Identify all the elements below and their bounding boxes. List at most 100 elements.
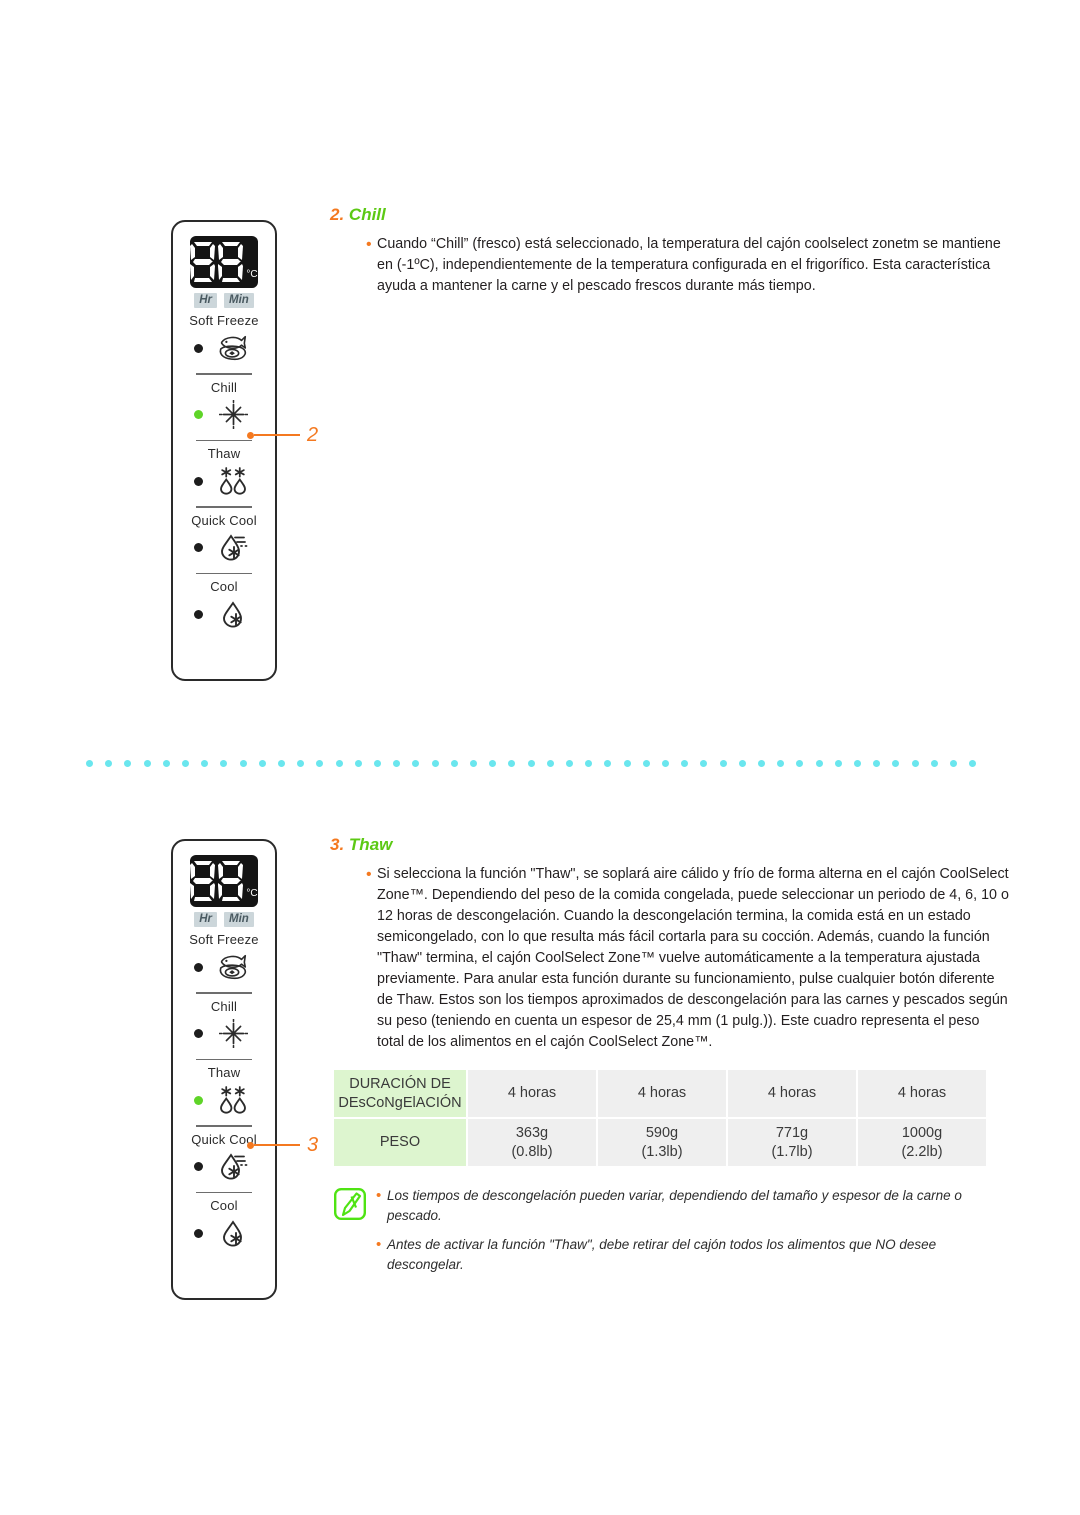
separator-dot — [162, 760, 170, 767]
min-label: Min — [223, 912, 254, 927]
separator-dot — [662, 760, 669, 767]
callout-3: 3 — [247, 1135, 318, 1155]
chill-led — [194, 410, 203, 419]
callout-2: 2 — [247, 424, 319, 446]
thaw-button[interactable] — [173, 464, 275, 498]
duration-cell-1: 4 horas — [468, 1070, 596, 1117]
section-thaw-heading: 3. Thaw — [330, 835, 1010, 855]
separator-dot — [873, 760, 881, 767]
separator-dot — [527, 760, 535, 767]
separator-dot — [738, 760, 746, 767]
table-row-weight: PESO 363g (0.8lb) 590g (1.3lb) 771g (1.7… — [334, 1119, 986, 1166]
section-chill: 2. Chill • Cuando “Chill” (fresco) está … — [330, 205, 1010, 297]
note-pencil-icon — [334, 1186, 376, 1225]
notes-block: • Los tiempos de descongelación pueden v… — [334, 1186, 1014, 1275]
cool-led — [194, 609, 203, 619]
separator-dot — [585, 760, 593, 767]
separator-dot — [489, 760, 497, 767]
weight-cell-1: 363g (0.8lb) — [468, 1119, 596, 1166]
weight-pounds-4: (2.2lb) — [901, 1143, 943, 1160]
quick-cool-droplet-icon — [212, 1150, 254, 1184]
chill-star-icon — [212, 1017, 254, 1051]
bullet-marker: • — [366, 866, 372, 883]
hr-label: Hr — [194, 912, 217, 927]
control-panel-thaw: °C Hr Min Soft Freeze Chill Thaw Quick C… — [171, 839, 277, 1300]
quick-cool-button[interactable] — [173, 1150, 275, 1184]
display-unit-label: °C — [246, 269, 258, 280]
panel-divider — [196, 1125, 252, 1127]
bullet-marker: • — [366, 236, 372, 253]
panel-divider — [196, 1191, 252, 1193]
min-label: Min — [223, 293, 254, 308]
separator-dot — [431, 760, 439, 767]
duration-cell-4: 4 horas — [858, 1070, 986, 1117]
quick-cool-led — [194, 543, 203, 552]
chill-button[interactable] — [173, 1017, 275, 1051]
separator-dot — [354, 760, 362, 767]
cool-button[interactable] — [173, 1216, 275, 1250]
separator-dot — [930, 760, 938, 767]
panel-divider — [196, 373, 252, 375]
display-unit-label: °C — [246, 888, 258, 899]
note-text-2: Antes de activar la función "Thaw", debe… — [387, 1237, 937, 1272]
quick-cool-label: Quick Cool — [191, 512, 257, 528]
quick-cool-led — [194, 1162, 203, 1171]
soft-freeze-button[interactable] — [173, 331, 275, 365]
cool-button[interactable] — [173, 597, 275, 631]
separator-dot — [642, 760, 650, 767]
separator-dot — [681, 760, 689, 767]
temperature-display: °C — [190, 236, 258, 288]
chill-label: Chill — [210, 998, 238, 1014]
thaw-button[interactable] — [173, 1083, 275, 1117]
section-thaw-title: Thaw — [348, 835, 393, 854]
cool-label: Cool — [210, 579, 238, 594]
chill-led — [194, 1029, 203, 1038]
callout-line — [254, 1144, 300, 1146]
note-text-1: Los tiempos de descongelación pueden var… — [387, 1188, 962, 1223]
seven-segment-digit-left — [190, 861, 216, 901]
callout-number: 2 — [307, 424, 319, 446]
cool-led — [194, 1228, 203, 1238]
section-thaw-bullet: • Si selecciona la función "Thaw", se so… — [330, 864, 1010, 1053]
separator-dot — [604, 760, 612, 767]
thaw-drops-icon — [212, 1083, 254, 1117]
duration-cell-3: 4 horas — [728, 1070, 856, 1117]
separator-dot — [105, 760, 113, 767]
thaw-led — [194, 1095, 203, 1105]
soft-freeze-label: Soft Freeze — [189, 932, 259, 947]
fish-steak-icon — [212, 950, 254, 984]
section-chill-heading: 2. Chill — [330, 205, 1010, 225]
section-thaw: 3. Thaw • Si selecciona la función "Thaw… — [330, 835, 1010, 1053]
bullet-marker: • — [376, 1187, 382, 1204]
section-thaw-text: Si selecciona la función "Thaw", se sopl… — [377, 866, 1009, 1050]
weight-pounds-3: (1.7lb) — [771, 1143, 813, 1160]
dotted-separator — [86, 760, 994, 767]
section-chill-number: 2. — [330, 205, 345, 224]
soft-freeze-led — [194, 343, 203, 353]
separator-dot — [623, 760, 631, 767]
separator-dot — [258, 760, 266, 767]
thaw-led — [194, 476, 203, 486]
weight-cell-3: 771g (1.7lb) — [728, 1119, 856, 1166]
weight-grams-1: 363g — [515, 1124, 549, 1141]
separator-dot — [834, 760, 842, 767]
weight-pounds-1: (0.8lb) — [511, 1143, 553, 1160]
bullet-marker: • — [376, 1236, 382, 1253]
separator-dot — [182, 760, 189, 767]
section-chill-title: Chill — [348, 205, 386, 224]
separator-dot — [374, 760, 381, 767]
separator-dot — [316, 760, 324, 767]
separator-dot — [700, 760, 708, 767]
callout-dot — [247, 431, 254, 439]
weight-grams-4: 1000g — [901, 1124, 943, 1141]
separator-dot — [220, 760, 228, 767]
row-header-duration: DURACIÓN DE DEsCoNgElACIÓN — [334, 1070, 466, 1117]
control-panel-chill: °C Hr Min Soft Freeze Chill Thaw Quick C… — [171, 220, 277, 681]
separator-dot — [412, 760, 420, 767]
quick-cool-droplet-icon — [212, 531, 254, 565]
separator-dot — [470, 760, 477, 767]
weight-cell-4: 1000g (2.2lb) — [858, 1119, 986, 1166]
quick-cool-button[interactable] — [173, 531, 275, 565]
soft-freeze-button[interactable] — [173, 950, 275, 984]
separator-dot — [719, 760, 727, 767]
